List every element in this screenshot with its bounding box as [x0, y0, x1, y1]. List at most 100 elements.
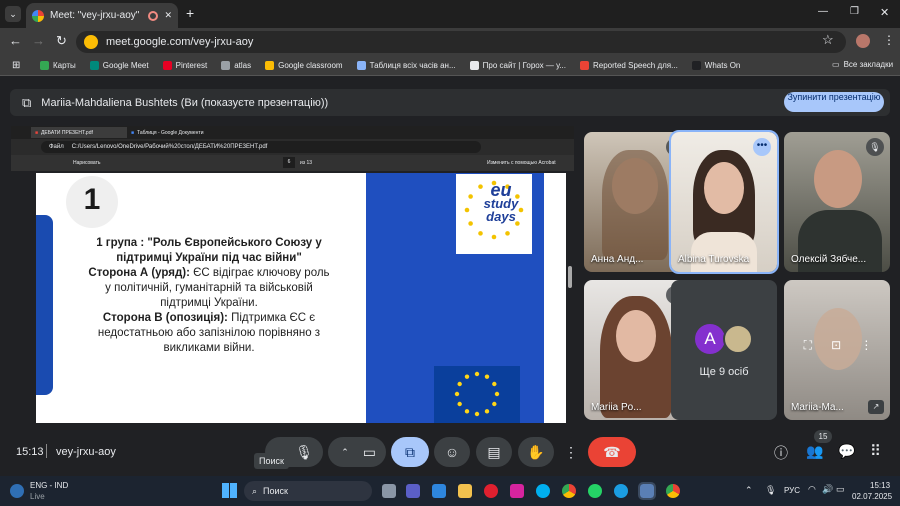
skype-icon[interactable] [536, 484, 550, 498]
bookmark-item[interactable]: atlas [221, 61, 251, 70]
start-button[interactable] [222, 483, 237, 498]
star-mark [464, 207, 470, 213]
participant-avatar-photo [723, 324, 753, 354]
bookmark-item[interactable]: Google classroom [265, 61, 343, 70]
bookmark-label: Reported Speech для... [592, 61, 678, 70]
browser-menu-icon[interactable]: ⋮ [883, 33, 895, 47]
chrome-icon[interactable] [562, 484, 576, 498]
bookmark-label: Google Meet [102, 61, 149, 70]
meet-favicon-icon [32, 9, 44, 22]
slide-left-accent [36, 215, 53, 395]
bookmark-item[interactable]: Pinterest [162, 61, 208, 70]
info-icon[interactable]: ⓘ [774, 443, 788, 463]
participant-video [616, 310, 656, 362]
activities-icon[interactable]: ⠿ [870, 442, 881, 460]
present-button[interactable]: ⧉ [391, 437, 429, 467]
participant-name: Олексій Зябче... [791, 254, 867, 265]
taskbar-search[interactable]: ⌕ Поиск [244, 481, 372, 501]
pin-icon[interactable]: ↗ [868, 400, 884, 414]
tab-close-icon[interactable]: ✕ [164, 10, 172, 21]
more-vert-icon[interactable]: ⋮ [860, 338, 872, 360]
slide-blue-panel: eu study days [366, 173, 544, 423]
camera-button[interactable]: ⌃ ▭ [328, 437, 386, 467]
pdf-scrollbar[interactable] [568, 266, 572, 288]
wifi-icon[interactable]: ◠ [808, 484, 816, 495]
bookmark-label: Whats On [704, 61, 741, 70]
more-participants-tile[interactable]: A Ще 9 осіб [671, 280, 777, 420]
people-icon[interactable]: 👥 [806, 443, 823, 460]
self-view-tile[interactable]: ⛶ ⊡ ⋮ ↗ Mariia-Ma... [784, 280, 890, 420]
bookmark-item[interactable]: Reported Speech для... [579, 61, 678, 70]
presenting-banner-text: Mariia-Mahdaliena Bushtets (Ви (показуєт… [41, 96, 329, 109]
task-view-icon[interactable] [382, 484, 396, 498]
star-mark [491, 234, 497, 240]
keyboard-language[interactable]: РУС [784, 486, 800, 495]
all-bookmarks[interactable]: ▭ Все закладки [832, 60, 893, 69]
tray-mic-icon[interactable]: 🎙 [765, 485, 776, 496]
slide-line1: 1 група : "Роль Європейського Союзу у пі… [96, 237, 322, 264]
tab-meet[interactable]: Meet: "vey-jrxu-aoy" ✕ [26, 3, 178, 28]
bookmark-star-icon[interactable]: ☆ [822, 32, 834, 48]
minimize-button[interactable]: — [818, 6, 828, 17]
url-field[interactable]: meet.google.com/vey-jrxu-aoy [76, 31, 846, 53]
instagram-icon[interactable] [510, 484, 524, 498]
captions-button[interactable]: ▤ [476, 437, 512, 467]
taskbar-search-text: Поиск [263, 486, 288, 496]
more-options-button[interactable]: ⋮ [560, 437, 582, 467]
reload-icon[interactable]: ↻ [56, 33, 67, 49]
chat-icon[interactable]: 💬 [838, 443, 855, 460]
widgets-icon[interactable] [432, 484, 446, 498]
stop-presenting-button[interactable]: Зупинити презентацію [784, 92, 884, 112]
site-info-icon[interactable] [84, 35, 98, 49]
bookmark-item[interactable]: Google Meet [89, 61, 149, 70]
pdf-file-label: Файл [49, 144, 64, 150]
back-arrow-icon[interactable]: ← [9, 33, 22, 48]
live-label: Live [30, 492, 45, 501]
apps-grid-icon[interactable]: ⊞ [12, 60, 20, 71]
forward-arrow-icon[interactable]: → [32, 33, 45, 48]
close-window-button[interactable]: ✕ [880, 6, 889, 19]
star-mark [464, 409, 470, 414]
chrome-active-icon[interactable] [666, 484, 680, 498]
raise-hand-button[interactable]: ✋ [518, 437, 554, 467]
meeting-code: vey-jrxu-aoy [56, 446, 116, 458]
edge-icon[interactable] [614, 484, 628, 498]
bookmark-label: Pinterest [175, 61, 208, 70]
bookmark-item[interactable]: Про сайт | Горох — у... [469, 61, 566, 70]
bookmark-item[interactable]: Карты [40, 61, 76, 70]
clock-time[interactable]: 15:13 [870, 481, 890, 490]
tab-search-chevron-icon[interactable]: ⌄ [5, 6, 21, 22]
bookmark-item[interactable]: Таблиця всіх часів ан... [356, 61, 456, 70]
volume-icon[interactable]: 🔊 [822, 484, 833, 495]
effects-icon[interactable]: ⊡ [831, 338, 841, 360]
chevron-up-icon[interactable]: ⌃ [341, 447, 349, 458]
battery-icon[interactable]: ▭ [836, 484, 845, 495]
participant-hair [602, 150, 668, 260]
star-mark [478, 231, 483, 236]
teams-icon[interactable] [406, 484, 420, 498]
more-options-icon[interactable]: ••• [753, 138, 771, 156]
pdf-browser-tabs: ■ ДЕБАТИ ПРЕЗЕНТ.pdf ■ Таблиця - Google До… [11, 126, 574, 139]
opera-icon[interactable] [484, 484, 498, 498]
tab-title: Meet: "vey-jrxu-aoy" [50, 10, 140, 21]
tray-chevron-icon[interactable]: ⌃ [745, 485, 753, 496]
reactions-button[interactable]: ☺ [434, 437, 470, 467]
folder-icon: ▭ [832, 60, 840, 69]
recording-indicator-icon [148, 10, 159, 21]
active-app-icon[interactable] [638, 482, 656, 500]
maximize-button[interactable]: ❐ [850, 6, 859, 17]
bookmark-item[interactable]: Whats On [691, 61, 741, 70]
side-a-label: Сторона А (уряд): [88, 267, 190, 279]
browser-tab-strip: ⌄ Meet: "vey-jrxu-aoy" ✕ + — ❐ ✕ [0, 0, 900, 28]
whatsapp-icon[interactable] [588, 484, 602, 498]
profile-avatar[interactable] [856, 34, 870, 48]
file-explorer-icon[interactable] [458, 484, 472, 498]
new-tab-button[interactable]: + [186, 5, 194, 21]
frame-icon[interactable]: ⛶ [804, 338, 812, 360]
participant-tile-active[interactable]: ••• Albina Turovska [669, 130, 779, 274]
bookmark-favicon-icon [40, 61, 49, 70]
clock-date[interactable]: 02.07.2025 [852, 492, 892, 501]
participant-tile[interactable]: 🎙 Олексій Зябче... [784, 132, 890, 272]
end-call-button[interactable]: ☎ [588, 437, 636, 467]
side-b-label: Сторона В (опозиція): [102, 312, 228, 324]
